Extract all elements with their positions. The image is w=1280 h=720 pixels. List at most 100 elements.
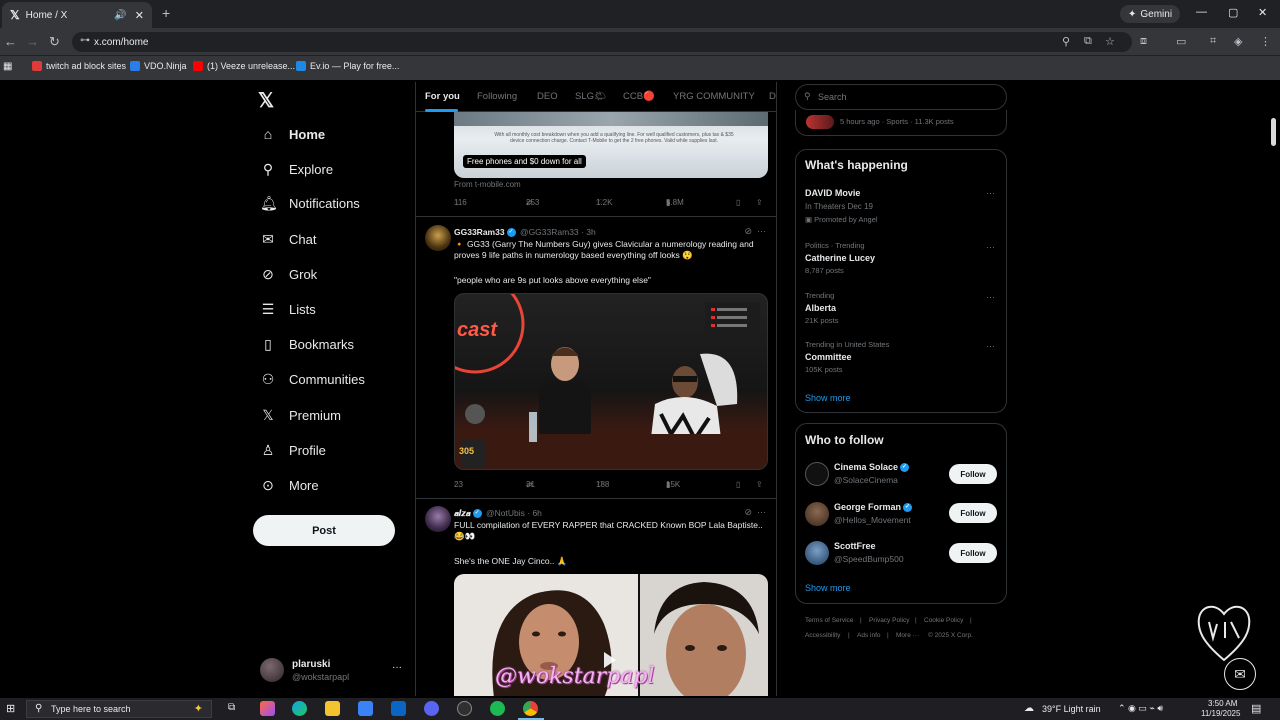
search-input[interactable]: ⚲ Search	[795, 84, 1007, 110]
profile-shield-icon[interactable]: ◈	[1234, 35, 1242, 48]
avatar[interactable]	[805, 541, 829, 565]
reload-icon[interactable]: ↻	[49, 34, 60, 50]
sidebar-item-home[interactable]: ⌂ Home	[260, 123, 325, 145]
forward-icon[interactable]: →	[26, 34, 39, 49]
menu-icon[interactable]: ⋮	[1260, 35, 1271, 48]
footer-link[interactable]: Accessibility	[805, 632, 840, 639]
sidebar-item-explore[interactable]: ⚲ Explore	[260, 158, 333, 180]
maximize-button[interactable]: ▢	[1228, 6, 1238, 19]
more-options-icon[interactable]: ···	[986, 292, 995, 302]
sidebar-item-premium[interactable]: 𝕏 Premium	[260, 404, 341, 426]
tab-slg[interactable]: SLG🌤	[575, 91, 606, 102]
avatar[interactable]	[805, 462, 829, 486]
follow-button[interactable]: Follow	[949, 464, 997, 484]
zoom-icon[interactable]: ⚲	[1062, 35, 1070, 48]
tweet-author-name[interactable]: 𝒂𝒍𝒛𝒂	[454, 508, 471, 518]
minimize-button[interactable]: —	[1196, 6, 1207, 18]
messages-drawer-button[interactable]: ✉	[1224, 658, 1256, 690]
sidebar-item-communities[interactable]: ⚇ Communities	[260, 368, 365, 390]
footer-link[interactable]: Ads info	[857, 632, 881, 639]
bookmark-item[interactable]: VDO.Ninja	[130, 61, 187, 71]
sidebar-icon[interactable]: ▭	[1176, 35, 1186, 48]
tweet-author-handle[interactable]: @GG33Ram33	[520, 227, 579, 237]
suggested-user[interactable]: George Forman ✓	[834, 502, 914, 513]
x-home-logo-icon[interactable]: 𝕏	[258, 88, 274, 113]
store-icon[interactable]	[358, 701, 373, 716]
live-event-card[interactable]: 5 hours ago · Sports · 11.3K posts	[795, 110, 1007, 136]
clock-date[interactable]: 11/19/2025	[1201, 709, 1240, 718]
tab-d[interactable]: D	[769, 91, 776, 102]
speaker-icon[interactable]: 🔊	[114, 10, 126, 21]
post-button[interactable]: Post	[253, 515, 395, 546]
address-bar[interactable]: ⊶ x.com/home	[72, 32, 1132, 52]
tab-yrg-community[interactable]: YRG COMMUNITY	[673, 91, 755, 102]
bookmark-item[interactable]: twitch ad block sites	[32, 61, 126, 71]
ad-image[interactable]: With all monthly cost breakdown when you…	[454, 112, 768, 178]
chrome-icon[interactable]	[523, 701, 538, 716]
tweet-video[interactable]: cast 305	[454, 293, 768, 470]
ad-source[interactable]: From t-mobile.com	[454, 180, 521, 189]
sidebar-item-more[interactable]: ⊙ More	[260, 474, 319, 496]
extensions-icon[interactable]: ⧈	[1140, 35, 1147, 48]
sidebar-item-grok[interactable]: ⊘ Grok	[260, 263, 317, 285]
trend-name[interactable]: DAVID Movie	[805, 188, 860, 198]
bookmark-tweet-icon[interactable]: ▯	[736, 480, 740, 489]
avatar[interactable]	[805, 502, 829, 526]
clock-time[interactable]: 3:50 AM	[1208, 699, 1237, 708]
apps-icon[interactable]: ▦	[3, 61, 12, 72]
task-view-icon[interactable]: ⧉	[228, 702, 235, 713]
more-options-icon[interactable]: ···	[757, 507, 766, 517]
edge-icon[interactable]	[292, 701, 307, 716]
new-tab-button[interactable]: +	[162, 5, 170, 21]
tab-ccb[interactable]: CCB🔴	[623, 91, 655, 102]
sidebar-item-lists[interactable]: ☰ Lists	[260, 298, 316, 320]
more-options-icon[interactable]: ···	[392, 662, 402, 673]
sidebar-item-profile[interactable]: ♙ Profile	[260, 439, 326, 461]
more-options-icon[interactable]: ···	[757, 226, 766, 236]
back-icon[interactable]: ←	[4, 34, 17, 49]
file-explorer-icon[interactable]	[325, 701, 340, 716]
screenshot-icon[interactable]: ⧉	[1084, 35, 1092, 48]
footer-link[interactable]: More ···	[896, 632, 919, 639]
sidebar-item-notifications[interactable]: 🔔︎ Notifications	[260, 192, 360, 214]
close-tab-icon[interactable]: ✕	[135, 9, 144, 22]
footer-link[interactable]: Terms of Service	[805, 617, 853, 624]
more-options-icon[interactable]: ···	[986, 242, 995, 252]
grok-explain-icon[interactable]: ⊘	[744, 507, 752, 517]
obs-icon[interactable]	[457, 701, 472, 716]
follow-button[interactable]: Follow	[949, 503, 997, 523]
tweet-author-name[interactable]: GG33Ram33	[454, 227, 505, 237]
tweet-time[interactable]: · 3h	[581, 227, 596, 237]
trend-name[interactable]: Catherine Lucey	[805, 253, 875, 263]
show-more-link[interactable]: Show more	[805, 393, 851, 403]
tab-for-you[interactable]: For you	[425, 91, 460, 102]
tab-deo[interactable]: DEO	[537, 91, 558, 102]
sidebar-item-bookmarks[interactable]: ▯ Bookmarks	[260, 333, 354, 355]
bookmark-item[interactable]: (1) Veeze unrelease...	[193, 61, 295, 71]
spotify-icon[interactable]	[490, 701, 505, 716]
follow-button[interactable]: Follow	[949, 543, 997, 563]
trend-name[interactable]: Committee	[805, 352, 852, 362]
app-icon[interactable]	[260, 701, 275, 716]
suggested-user[interactable]: Cinema Solace ✓	[834, 462, 911, 473]
show-more-link[interactable]: Show more	[805, 583, 851, 593]
share-icon[interactable]: ⇪	[756, 480, 763, 489]
outlook-icon[interactable]	[391, 701, 406, 716]
footer-link[interactable]: Privacy Policy	[869, 617, 909, 624]
browser-tab[interactable]: 𝕏 Home / X 🔊 ✕	[2, 2, 152, 28]
sidebar-item-chat[interactable]: ✉ Chat	[260, 228, 316, 250]
more-options-icon[interactable]: ···	[986, 188, 995, 198]
star-icon[interactable]: ☆	[1105, 35, 1115, 48]
discord-icon[interactable]	[424, 701, 439, 716]
suggested-user[interactable]: ScottFree	[834, 541, 876, 551]
windows-start-icon[interactable]: ⊞	[6, 702, 15, 715]
account-switcher[interactable]: plaruski @wokstarpapl ···	[260, 658, 410, 686]
tray-icons[interactable]: ⌃ ◉ ▭ ⌁ 🔊︎	[1118, 703, 1163, 714]
weather-text[interactable]: 39°F Light rain	[1042, 704, 1101, 714]
share-icon[interactable]: ⇪	[756, 198, 763, 207]
avatar[interactable]	[425, 225, 451, 251]
tweet-author-handle[interactable]: @NotUbis	[486, 508, 525, 518]
notification-center-icon[interactable]: ▤	[1251, 702, 1261, 715]
tweet-time[interactable]: · 6h	[527, 508, 542, 518]
footer-link[interactable]: Cookie Policy	[924, 617, 963, 624]
